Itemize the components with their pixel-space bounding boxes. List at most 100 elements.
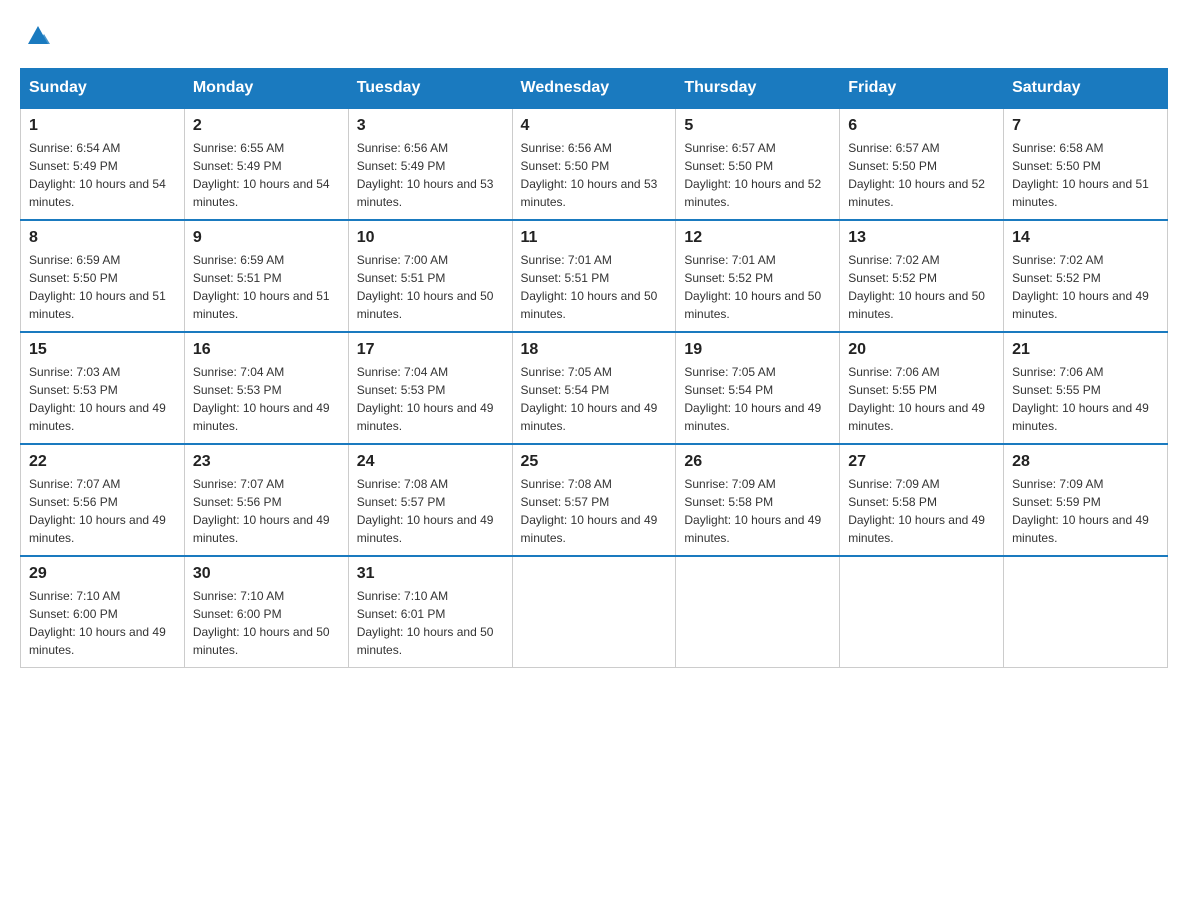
day-info: Sunrise: 6:54 AM Sunset: 5:49 PM Dayligh…: [29, 139, 176, 211]
day-number: 18: [521, 341, 668, 359]
day-number: 1: [29, 117, 176, 135]
week-row-4: 22 Sunrise: 7:07 AM Sunset: 5:56 PM Dayl…: [21, 444, 1168, 556]
day-number: 26: [684, 453, 831, 471]
day-info: Sunrise: 7:06 AM Sunset: 5:55 PM Dayligh…: [1012, 363, 1159, 435]
calendar-cell: 8 Sunrise: 6:59 AM Sunset: 5:50 PM Dayli…: [21, 220, 185, 332]
day-number: 7: [1012, 117, 1159, 135]
page-header: [20, 20, 1168, 48]
day-number: 3: [357, 117, 504, 135]
day-number: 2: [193, 117, 340, 135]
calendar-cell: 15 Sunrise: 7:03 AM Sunset: 5:53 PM Dayl…: [21, 332, 185, 444]
calendar-table: SundayMondayTuesdayWednesdayThursdayFrid…: [20, 68, 1168, 668]
day-number: 30: [193, 565, 340, 583]
day-info: Sunrise: 7:01 AM Sunset: 5:51 PM Dayligh…: [521, 251, 668, 323]
calendar-cell: 20 Sunrise: 7:06 AM Sunset: 5:55 PM Dayl…: [840, 332, 1004, 444]
calendar-cell: 14 Sunrise: 7:02 AM Sunset: 5:52 PM Dayl…: [1004, 220, 1168, 332]
calendar-cell: 3 Sunrise: 6:56 AM Sunset: 5:49 PM Dayli…: [348, 108, 512, 220]
day-number: 5: [684, 117, 831, 135]
calendar-cell: 27 Sunrise: 7:09 AM Sunset: 5:58 PM Dayl…: [840, 444, 1004, 556]
calendar-cell: 22 Sunrise: 7:07 AM Sunset: 5:56 PM Dayl…: [21, 444, 185, 556]
calendar-cell: 1 Sunrise: 6:54 AM Sunset: 5:49 PM Dayli…: [21, 108, 185, 220]
calendar-cell: [676, 556, 840, 668]
calendar-cell: 28 Sunrise: 7:09 AM Sunset: 5:59 PM Dayl…: [1004, 444, 1168, 556]
day-number: 27: [848, 453, 995, 471]
logo-icon: [24, 20, 52, 48]
week-row-3: 15 Sunrise: 7:03 AM Sunset: 5:53 PM Dayl…: [21, 332, 1168, 444]
logo: [20, 20, 52, 48]
calendar-cell: 6 Sunrise: 6:57 AM Sunset: 5:50 PM Dayli…: [840, 108, 1004, 220]
week-row-2: 8 Sunrise: 6:59 AM Sunset: 5:50 PM Dayli…: [21, 220, 1168, 332]
day-number: 28: [1012, 453, 1159, 471]
calendar-cell: 24 Sunrise: 7:08 AM Sunset: 5:57 PM Dayl…: [348, 444, 512, 556]
day-number: 29: [29, 565, 176, 583]
calendar-cell: 31 Sunrise: 7:10 AM Sunset: 6:01 PM Dayl…: [348, 556, 512, 668]
day-number: 25: [521, 453, 668, 471]
calendar-cell: 2 Sunrise: 6:55 AM Sunset: 5:49 PM Dayli…: [184, 108, 348, 220]
day-info: Sunrise: 7:08 AM Sunset: 5:57 PM Dayligh…: [357, 475, 504, 547]
day-number: 4: [521, 117, 668, 135]
day-info: Sunrise: 7:06 AM Sunset: 5:55 PM Dayligh…: [848, 363, 995, 435]
calendar-cell: 19 Sunrise: 7:05 AM Sunset: 5:54 PM Dayl…: [676, 332, 840, 444]
day-info: Sunrise: 7:09 AM Sunset: 5:58 PM Dayligh…: [848, 475, 995, 547]
day-header-wednesday: Wednesday: [512, 69, 676, 109]
day-header-monday: Monday: [184, 69, 348, 109]
day-info: Sunrise: 6:57 AM Sunset: 5:50 PM Dayligh…: [848, 139, 995, 211]
day-info: Sunrise: 7:04 AM Sunset: 5:53 PM Dayligh…: [193, 363, 340, 435]
day-info: Sunrise: 6:58 AM Sunset: 5:50 PM Dayligh…: [1012, 139, 1159, 211]
calendar-cell: 17 Sunrise: 7:04 AM Sunset: 5:53 PM Dayl…: [348, 332, 512, 444]
day-number: 21: [1012, 341, 1159, 359]
calendar-cell: 23 Sunrise: 7:07 AM Sunset: 5:56 PM Dayl…: [184, 444, 348, 556]
day-number: 20: [848, 341, 995, 359]
calendar-cell: 12 Sunrise: 7:01 AM Sunset: 5:52 PM Dayl…: [676, 220, 840, 332]
calendar-header-row: SundayMondayTuesdayWednesdayThursdayFrid…: [21, 69, 1168, 109]
day-header-friday: Friday: [840, 69, 1004, 109]
day-number: 12: [684, 229, 831, 247]
calendar-cell: 9 Sunrise: 6:59 AM Sunset: 5:51 PM Dayli…: [184, 220, 348, 332]
day-number: 16: [193, 341, 340, 359]
day-info: Sunrise: 7:01 AM Sunset: 5:52 PM Dayligh…: [684, 251, 831, 323]
day-number: 15: [29, 341, 176, 359]
day-info: Sunrise: 7:08 AM Sunset: 5:57 PM Dayligh…: [521, 475, 668, 547]
day-info: Sunrise: 7:02 AM Sunset: 5:52 PM Dayligh…: [1012, 251, 1159, 323]
day-info: Sunrise: 7:09 AM Sunset: 5:59 PM Dayligh…: [1012, 475, 1159, 547]
calendar-cell: 29 Sunrise: 7:10 AM Sunset: 6:00 PM Dayl…: [21, 556, 185, 668]
day-info: Sunrise: 6:56 AM Sunset: 5:49 PM Dayligh…: [357, 139, 504, 211]
day-info: Sunrise: 7:04 AM Sunset: 5:53 PM Dayligh…: [357, 363, 504, 435]
calendar-cell: 7 Sunrise: 6:58 AM Sunset: 5:50 PM Dayli…: [1004, 108, 1168, 220]
day-info: Sunrise: 7:07 AM Sunset: 5:56 PM Dayligh…: [29, 475, 176, 547]
week-row-5: 29 Sunrise: 7:10 AM Sunset: 6:00 PM Dayl…: [21, 556, 1168, 668]
day-header-sunday: Sunday: [21, 69, 185, 109]
calendar-cell: 26 Sunrise: 7:09 AM Sunset: 5:58 PM Dayl…: [676, 444, 840, 556]
day-info: Sunrise: 7:02 AM Sunset: 5:52 PM Dayligh…: [848, 251, 995, 323]
calendar-cell: 11 Sunrise: 7:01 AM Sunset: 5:51 PM Dayl…: [512, 220, 676, 332]
calendar-cell: 16 Sunrise: 7:04 AM Sunset: 5:53 PM Dayl…: [184, 332, 348, 444]
calendar-cell: 4 Sunrise: 6:56 AM Sunset: 5:50 PM Dayli…: [512, 108, 676, 220]
day-info: Sunrise: 7:09 AM Sunset: 5:58 PM Dayligh…: [684, 475, 831, 547]
calendar-cell: 5 Sunrise: 6:57 AM Sunset: 5:50 PM Dayli…: [676, 108, 840, 220]
day-number: 14: [1012, 229, 1159, 247]
day-info: Sunrise: 7:05 AM Sunset: 5:54 PM Dayligh…: [521, 363, 668, 435]
calendar-cell: 30 Sunrise: 7:10 AM Sunset: 6:00 PM Dayl…: [184, 556, 348, 668]
day-info: Sunrise: 6:56 AM Sunset: 5:50 PM Dayligh…: [521, 139, 668, 211]
day-number: 10: [357, 229, 504, 247]
day-info: Sunrise: 6:55 AM Sunset: 5:49 PM Dayligh…: [193, 139, 340, 211]
day-info: Sunrise: 7:10 AM Sunset: 6:00 PM Dayligh…: [193, 587, 340, 659]
week-row-1: 1 Sunrise: 6:54 AM Sunset: 5:49 PM Dayli…: [21, 108, 1168, 220]
day-header-saturday: Saturday: [1004, 69, 1168, 109]
calendar-cell: [512, 556, 676, 668]
day-header-thursday: Thursday: [676, 69, 840, 109]
calendar-cell: 10 Sunrise: 7:00 AM Sunset: 5:51 PM Dayl…: [348, 220, 512, 332]
day-number: 6: [848, 117, 995, 135]
day-number: 24: [357, 453, 504, 471]
day-number: 11: [521, 229, 668, 247]
day-info: Sunrise: 6:59 AM Sunset: 5:50 PM Dayligh…: [29, 251, 176, 323]
calendar-cell: 25 Sunrise: 7:08 AM Sunset: 5:57 PM Dayl…: [512, 444, 676, 556]
calendar-cell: 13 Sunrise: 7:02 AM Sunset: 5:52 PM Dayl…: [840, 220, 1004, 332]
day-info: Sunrise: 6:59 AM Sunset: 5:51 PM Dayligh…: [193, 251, 340, 323]
day-number: 17: [357, 341, 504, 359]
day-info: Sunrise: 7:10 AM Sunset: 6:00 PM Dayligh…: [29, 587, 176, 659]
calendar-cell: [840, 556, 1004, 668]
day-number: 23: [193, 453, 340, 471]
day-header-tuesday: Tuesday: [348, 69, 512, 109]
day-number: 8: [29, 229, 176, 247]
